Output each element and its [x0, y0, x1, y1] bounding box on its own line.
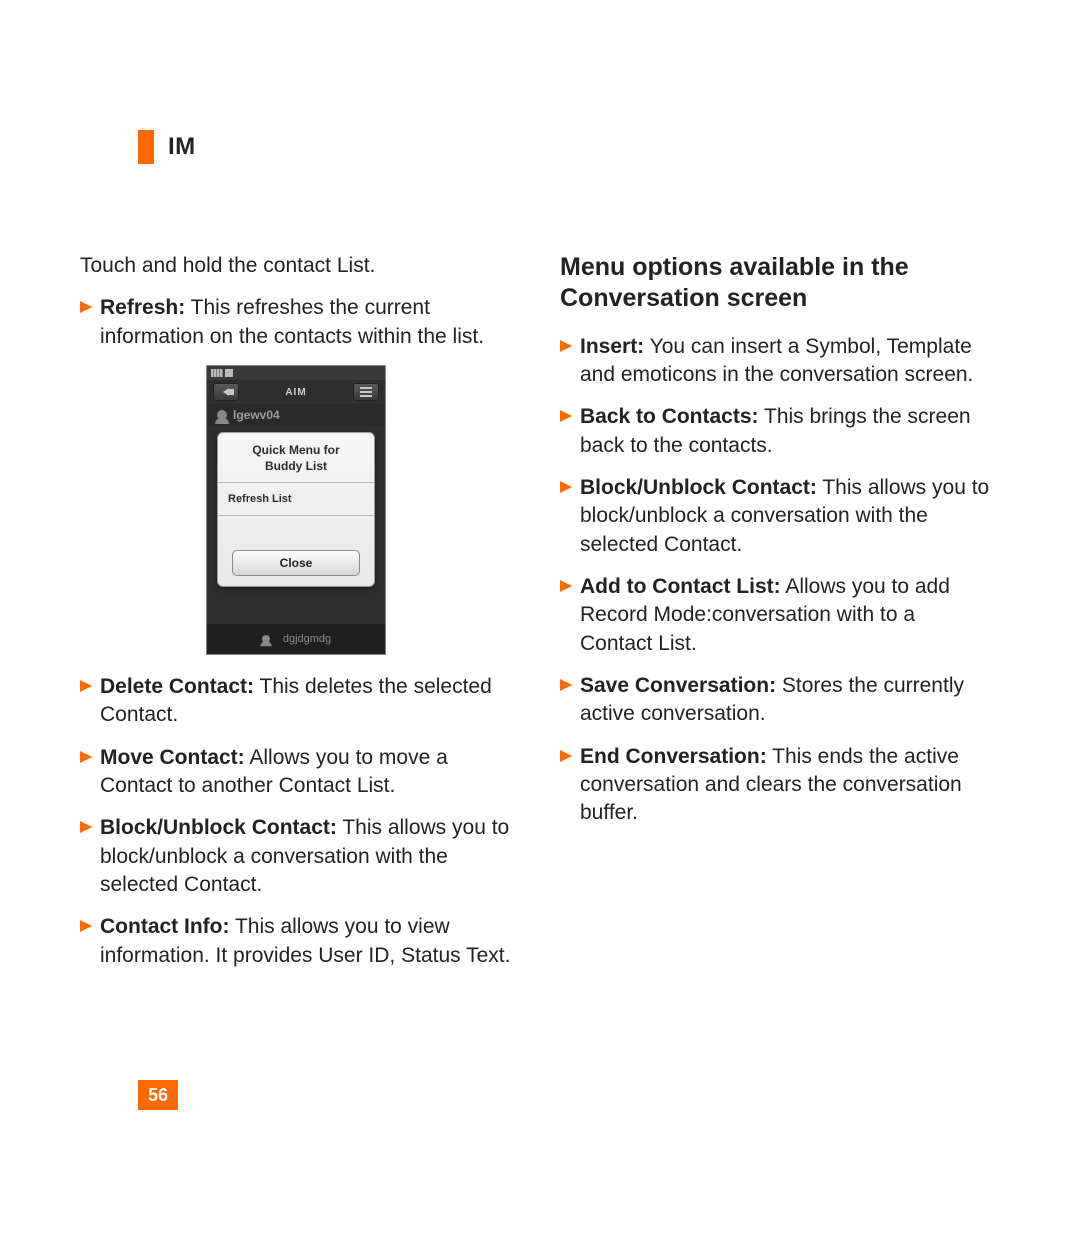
phone-screen: AIM lgewv04 Quick Menu for Buddy List — [206, 365, 386, 655]
list-item: Contact Info: This allows you to view in… — [80, 913, 512, 970]
list-item-label: Add to Contact List: — [580, 575, 781, 598]
list-item: Refresh: This refreshes the current info… — [80, 294, 512, 351]
list-item-label: Move Contact: — [100, 746, 245, 769]
page-number: 56 — [138, 1080, 178, 1110]
section-heading: Menu options available in the Conversati… — [560, 252, 992, 315]
buddy-name: dgjdgmdg — [283, 633, 331, 645]
triangle-icon — [80, 744, 92, 772]
person-icon — [262, 635, 270, 643]
left-column: Touch and hold the contact List. Refresh… — [80, 252, 512, 984]
list-item: Insert: You can insert a Symbol, Templat… — [560, 333, 992, 390]
page-header: IM — [138, 130, 1000, 164]
list-item-label: Block/Unblock Contact: — [100, 816, 337, 839]
list-item: Delete Contact: This deletes the selecte… — [80, 673, 512, 730]
list-item-body: Move Contact: Allows you to move a Conta… — [100, 744, 512, 801]
triangle-icon — [80, 673, 92, 701]
list-item-body: Save Conversation: Stores the currently … — [580, 672, 992, 729]
triangle-icon — [80, 814, 92, 842]
list-item: Add to Contact List: Allows you to add R… — [560, 573, 992, 658]
list-item-label: Refresh: — [100, 296, 185, 319]
list-item-body: Back to Contacts: This brings the screen… — [580, 403, 992, 460]
triangle-icon — [560, 403, 572, 431]
list-item-body: Delete Contact: This deletes the selecte… — [100, 673, 512, 730]
back-arrow-icon — [223, 388, 229, 396]
manual-page: IM Touch and hold the contact List. Refr… — [0, 0, 1080, 1260]
header-accent-bar — [138, 130, 154, 164]
status-bar — [207, 366, 385, 380]
content-columns: Touch and hold the contact List. Refresh… — [80, 252, 1000, 984]
list-item: Block/Unblock Contact: This allows you t… — [560, 474, 992, 559]
page-title: IM — [168, 133, 196, 161]
title-bar: AIM — [207, 380, 385, 404]
list-item: Back to Contacts: This brings the screen… — [560, 403, 992, 460]
list-item-label: End Conversation: — [580, 745, 767, 768]
list-item-body: Block/Unblock Contact: This allows you t… — [100, 814, 512, 899]
list-item-label: Save Conversation: — [580, 674, 776, 697]
list-item-label: Delete Contact: — [100, 675, 254, 698]
list-item-body: Add to Contact List: Allows you to add R… — [580, 573, 992, 658]
popup-title: Quick Menu for Buddy List — [218, 433, 374, 482]
menu-button[interactable] — [353, 383, 379, 401]
titlebar-title: AIM — [285, 387, 306, 398]
triangle-icon — [560, 743, 572, 771]
person-icon — [217, 410, 227, 420]
popup-title-line2: Buddy List — [265, 459, 327, 473]
battery-icon — [225, 369, 233, 377]
right-column: Menu options available in the Conversati… — [560, 252, 992, 984]
list-item-body: Block/Unblock Contact: This allows you t… — [580, 474, 992, 559]
list-item-body: Insert: You can insert a Symbol, Templat… — [580, 333, 992, 390]
triangle-icon — [560, 474, 572, 502]
list-item: Move Contact: Allows you to move a Conta… — [80, 744, 512, 801]
buddy-row: dgjdgmdg — [207, 624, 385, 654]
triangle-icon — [560, 672, 572, 700]
quick-menu-popup: Quick Menu for Buddy List Refresh List C… — [217, 432, 375, 587]
triangle-icon — [80, 913, 92, 941]
list-item: Save Conversation: Stores the currently … — [560, 672, 992, 729]
account-name: lgewv04 — [233, 408, 280, 422]
phone-screenshot-figure: AIM lgewv04 Quick Menu for Buddy List — [206, 365, 386, 655]
menu-icon — [360, 387, 372, 397]
list-item-body: Contact Info: This allows you to view in… — [100, 913, 512, 970]
list-item-label: Block/Unblock Contact: — [580, 476, 817, 499]
list-item-label: Back to Contacts: — [580, 405, 759, 428]
triangle-icon — [560, 573, 572, 601]
popup-spacer — [218, 516, 374, 544]
list-item-label: Contact Info: — [100, 915, 229, 938]
account-bar: lgewv04 — [207, 404, 385, 426]
signal-icon — [211, 369, 223, 377]
list-item-label: Insert: — [580, 335, 644, 358]
popup-title-line1: Quick Menu for — [252, 443, 339, 457]
list-item: End Conversation: This ends the active c… — [560, 743, 992, 828]
close-button[interactable]: Close — [232, 550, 360, 576]
triangle-icon — [80, 294, 92, 322]
list-item-body: Refresh: This refreshes the current info… — [100, 294, 512, 351]
triangle-icon — [560, 333, 572, 361]
intro-text: Touch and hold the contact List. — [80, 252, 512, 280]
list-item-body: End Conversation: This ends the active c… — [580, 743, 992, 828]
back-button[interactable] — [213, 383, 239, 401]
list-item: Block/Unblock Contact: This allows you t… — [80, 814, 512, 899]
popup-item-refresh[interactable]: Refresh List — [218, 483, 374, 515]
